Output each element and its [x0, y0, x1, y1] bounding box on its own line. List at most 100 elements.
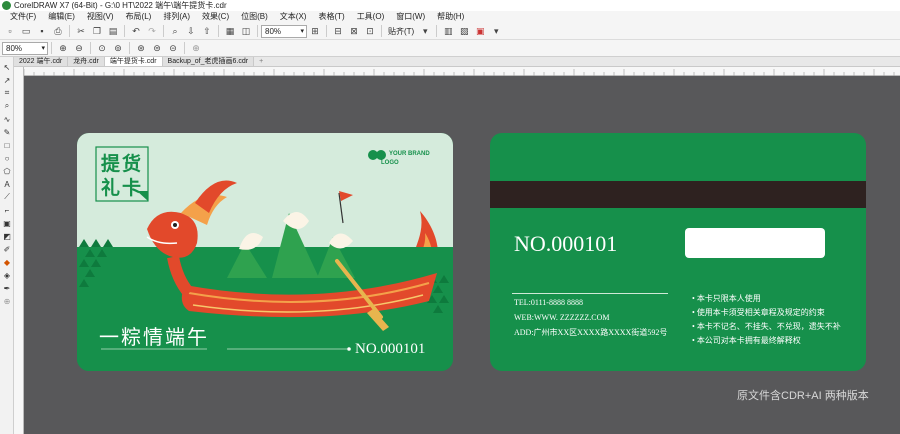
- menu-help[interactable]: 帮助(H): [431, 11, 470, 23]
- toolbox: ↖ ↗ ⌗ ⌕ ∿ ✎ □ ○ ⬠ A ⟋ ⌐ ▣ ◩ ✐ ◆ ◈ ✒ ⊕: [0, 57, 14, 434]
- show-guidelines-icon[interactable]: ⊡: [363, 24, 377, 38]
- tab-document-3[interactable]: 端午提货卡.cdr: [104, 57, 163, 66]
- zoom-selected-icon[interactable]: ⊙: [95, 41, 109, 55]
- undo-icon[interactable]: ↶: [129, 24, 143, 38]
- parallel-dimension-icon[interactable]: ⟋: [1, 191, 13, 203]
- add-icon[interactable]: ⊕: [1, 295, 13, 307]
- menu-text[interactable]: 文本(X): [274, 11, 313, 23]
- vertical-ruler[interactable]: [14, 67, 24, 434]
- text-tool-icon[interactable]: A: [1, 178, 13, 190]
- shape-tool-icon[interactable]: ↗: [1, 74, 13, 86]
- zoom-page-height-icon[interactable]: ⊝: [166, 41, 180, 55]
- menu-tools[interactable]: 工具(O): [351, 11, 391, 23]
- tab-document-2[interactable]: 龙舟.cdr: [68, 57, 105, 66]
- new-file-icon[interactable]: ▫: [3, 24, 17, 38]
- rule-item-text: 本公司对本卡拥有最终解释权: [696, 336, 801, 345]
- menu-file[interactable]: 文件(F): [4, 11, 42, 23]
- toolbar-divider: [381, 25, 382, 37]
- zoom-all-objects-icon[interactable]: ⊚: [111, 41, 125, 55]
- menu-bitmaps[interactable]: 位图(B): [235, 11, 274, 23]
- export-icon[interactable]: ⇧: [200, 24, 214, 38]
- launch-icon[interactable]: ▣: [473, 24, 487, 38]
- front-card[interactable]: 提 货 礼 卡 YOUR BRAND LOGO 一粽情端午 NO.000101: [77, 133, 453, 371]
- magnetic-stripe: [490, 181, 866, 208]
- interactive-fill-icon[interactable]: ◆: [1, 256, 13, 268]
- pick-tool-icon[interactable]: ↖: [1, 61, 13, 73]
- rule-item: • 本卡只限本人使用: [692, 294, 761, 303]
- back-card[interactable]: NO.000101 TEL:0111-8888 8888 WEB:WWW. ZZ…: [490, 133, 866, 371]
- color-management-icon[interactable]: ▧: [457, 24, 471, 38]
- show-grid-icon[interactable]: ⊠: [347, 24, 361, 38]
- snap-to-button[interactable]: 贴齐(T): [385, 26, 417, 37]
- toolbar-divider: [69, 25, 70, 37]
- zoom-out-icon[interactable]: ⊖: [72, 41, 86, 55]
- card-slogan: 一粽情端午: [99, 325, 209, 349]
- toolbar-divider: [124, 25, 125, 37]
- menu-window[interactable]: 窗口(W): [390, 11, 431, 23]
- chevron-down-icon: ▾: [300, 27, 304, 35]
- menu-layout[interactable]: 布局(L): [120, 11, 158, 23]
- rules-list: • 本卡只限本人使用 • 使用本卡须受相关章程及规定的约束 • 本卡不记名、不挂…: [692, 293, 841, 349]
- tab-document-4[interactable]: Backup_of_老虎插画6.cdr: [162, 57, 255, 66]
- signature-panel[interactable]: [685, 228, 825, 258]
- zoom-page-icon[interactable]: ⊛: [134, 41, 148, 55]
- menu-effects[interactable]: 效果(C): [196, 11, 235, 23]
- cut-icon[interactable]: ✂: [74, 24, 88, 38]
- zoom-tool-icon[interactable]: ⌕: [1, 100, 13, 112]
- outline-pen-icon[interactable]: ✒: [1, 282, 13, 294]
- chevron-down-icon[interactable]: ▾: [418, 24, 432, 38]
- menu-table[interactable]: 表格(T): [312, 11, 350, 23]
- full-screen-preview-icon[interactable]: ⊞: [308, 24, 322, 38]
- connector-tool-icon[interactable]: ⌐: [1, 204, 13, 216]
- import-icon[interactable]: ⇩: [184, 24, 198, 38]
- redo-icon[interactable]: ↷: [145, 24, 159, 38]
- options-icon[interactable]: ▥: [441, 24, 455, 38]
- freehand-tool-icon[interactable]: ∿: [1, 113, 13, 125]
- zoom-in-icon[interactable]: ⊕: [56, 41, 70, 55]
- copy-icon[interactable]: ❐: [90, 24, 104, 38]
- zoom-page-width-icon[interactable]: ⊜: [150, 41, 164, 55]
- toolbar-divider: [90, 42, 91, 54]
- card-title-char-3: 礼: [101, 177, 121, 199]
- card-title-char-4: 卡: [122, 177, 142, 199]
- chevron-down-icon: ▾: [41, 44, 45, 52]
- add-icon[interactable]: ⊕: [189, 41, 203, 55]
- save-icon[interactable]: ▪: [35, 24, 49, 38]
- welcome-screen-icon[interactable]: ◫: [239, 24, 253, 38]
- menu-bar: 文件(F) 编辑(E) 视图(V) 布局(L) 排列(A) 效果(C) 位图(B…: [0, 11, 900, 23]
- contact-address: ADD:广州市XX区XXXX路XXXX街道592号: [514, 328, 668, 337]
- toolbar-divider: [326, 25, 327, 37]
- menu-arrange[interactable]: 排列(A): [157, 11, 196, 23]
- menu-edit[interactable]: 编辑(E): [42, 11, 81, 23]
- brand-logo-text: LOGO: [381, 160, 399, 166]
- zoom-levels-select[interactable]: 80% ▾: [2, 41, 48, 55]
- menu-view[interactable]: 视图(V): [81, 11, 120, 23]
- contact-tel: TEL:0111-8888 8888: [514, 298, 583, 307]
- crop-tool-icon[interactable]: ⌗: [1, 87, 13, 99]
- tab-document-1[interactable]: 2022 端午.cdr: [14, 57, 69, 66]
- color-eyedropper-icon[interactable]: ✐: [1, 243, 13, 255]
- open-file-icon[interactable]: ▭: [19, 24, 33, 38]
- standard-toolbar: ▫ ▭ ▪ ⎙ ✂ ❐ ▤ ↶ ↷ ⌕ ⇩ ⇧ ▦ ◫ 80% ▾ ⊞ ⊟ ⊠ …: [0, 23, 900, 40]
- rule-item: • 本卡不记名、不挂失、不兑现，遗失不补: [692, 322, 841, 331]
- rectangle-tool-icon[interactable]: □: [1, 139, 13, 151]
- toolbar-divider: [436, 25, 438, 37]
- polygon-tool-icon[interactable]: ⬠: [1, 165, 13, 177]
- ellipse-tool-icon[interactable]: ○: [1, 152, 13, 164]
- back-card-number: NO.000101: [514, 231, 618, 256]
- new-tab-button[interactable]: +: [254, 57, 268, 66]
- zoom-levels-value: 80%: [6, 43, 23, 53]
- application-launcher-icon[interactable]: ▦: [223, 24, 237, 38]
- smart-fill-icon[interactable]: ◈: [1, 269, 13, 281]
- chevron-down-icon[interactable]: ▾: [489, 24, 503, 38]
- paste-icon[interactable]: ▤: [106, 24, 120, 38]
- ruler-ticks: [24, 69, 895, 76]
- show-rulers-icon[interactable]: ⊟: [331, 24, 345, 38]
- drop-shadow-icon[interactable]: ▣: [1, 217, 13, 229]
- search-content-icon[interactable]: ⌕: [168, 24, 182, 38]
- horizontal-ruler[interactable]: [24, 67, 900, 76]
- artistic-media-icon[interactable]: ✎: [1, 126, 13, 138]
- print-icon[interactable]: ⎙: [51, 24, 65, 38]
- zoom-level-select[interactable]: 80% ▾: [261, 24, 307, 38]
- transparency-icon[interactable]: ◩: [1, 230, 13, 242]
